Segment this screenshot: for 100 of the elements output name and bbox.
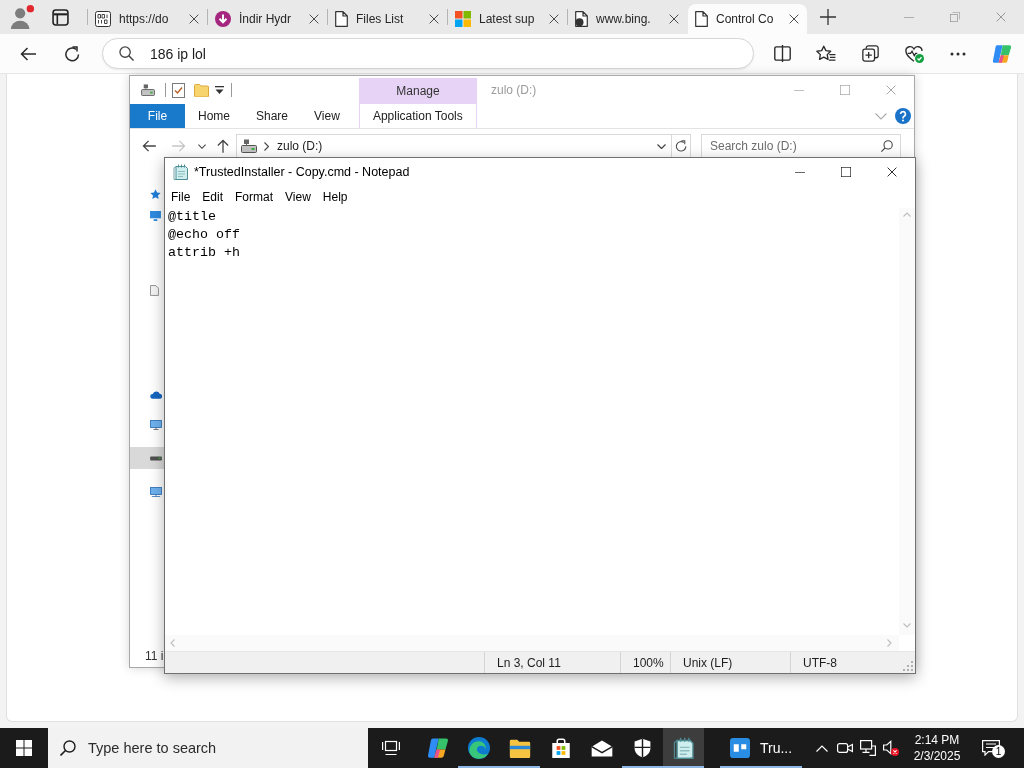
menu-item[interactable]: Format — [229, 186, 280, 208]
browser-tab[interactable]: Latest sup — [448, 4, 567, 34]
search-input[interactable]: Type here to search — [88, 740, 368, 756]
help-icon[interactable] — [895, 108, 911, 124]
close-icon[interactable] — [669, 14, 679, 24]
monitor-icon — [150, 420, 162, 430]
network-icon[interactable] — [859, 740, 876, 756]
properties-icon[interactable] — [172, 82, 185, 98]
maximize-icon[interactable] — [841, 167, 851, 177]
zoom-level: 100% — [633, 655, 664, 670]
ribbon-tab[interactable]: Home — [185, 104, 243, 128]
heart-check-icon[interactable] — [904, 44, 924, 63]
binary-file-icon — [95, 11, 111, 27]
notification-badge: 1 — [992, 745, 1005, 758]
drive-icon — [241, 139, 257, 153]
clock-date[interactable]: 2/3/2025 — [913, 748, 961, 764]
app-logo-icon — [426, 737, 449, 759]
close-icon[interactable] — [429, 14, 439, 24]
document-icon — [150, 284, 159, 296]
search-input[interactable]: Search zulo (D:) — [710, 139, 881, 153]
caret-icon[interactable] — [215, 86, 224, 94]
menu-item[interactable]: View — [279, 186, 317, 208]
contextual-tab-header: Manage — [359, 78, 477, 104]
search-icon — [60, 740, 76, 756]
search-icon — [881, 140, 893, 152]
cursor-position: Ln 3, Col 11 — [497, 655, 561, 670]
folder-icon — [508, 738, 531, 758]
new-tab-icon[interactable] — [820, 9, 836, 25]
drive-icon — [150, 455, 162, 461]
search-field[interactable]: Type here to search — [48, 728, 368, 768]
download-circle-icon — [215, 11, 231, 27]
back-icon[interactable] — [19, 46, 36, 61]
address-input[interactable]: 186 ip lol — [149, 45, 753, 62]
camera-icon[interactable] — [836, 742, 853, 754]
window-title: zulo (D:) — [491, 83, 537, 97]
window-title: *TrustedInstaller - Copy.cmd - Notepad — [194, 165, 410, 179]
cloud-icon — [150, 391, 162, 399]
chevron-up-icon[interactable] — [815, 744, 828, 752]
taskbar-button[interactable]: Tru... — [720, 728, 803, 768]
app-logo-icon[interactable] — [992, 43, 1012, 64]
app-window-icon — [730, 738, 750, 758]
envelope-icon — [590, 739, 613, 757]
collections-icon[interactable] — [861, 45, 879, 62]
shield-icon — [634, 738, 651, 758]
caret-down-icon[interactable] — [657, 143, 666, 149]
split-screen-icon[interactable] — [773, 45, 791, 62]
item-count: 11 i — [145, 649, 164, 663]
file-tab[interactable]: File — [130, 104, 185, 128]
refresh-icon — [675, 140, 687, 152]
up-arrow-icon[interactable] — [217, 139, 229, 153]
search-field[interactable]: Search zulo (D:) — [701, 134, 901, 158]
browser-tab[interactable]: www.bing. — [568, 4, 687, 34]
menu-item[interactable]: File — [165, 186, 197, 208]
back-icon[interactable] — [142, 140, 156, 152]
close-icon[interactable] — [887, 167, 897, 177]
notepad-icon — [672, 737, 695, 759]
page-icon — [695, 11, 708, 27]
minimize-icon[interactable] — [795, 171, 805, 173]
task-view-icon — [382, 740, 400, 756]
star-icon — [150, 188, 161, 200]
page-icon — [335, 11, 348, 27]
colored-squares-icon — [455, 11, 471, 27]
favorites-icon[interactable] — [816, 45, 836, 62]
clock-time[interactable]: 2:14 PM — [914, 732, 960, 748]
ribbon-tab[interactable]: Share — [243, 104, 302, 128]
network-icon — [150, 487, 162, 497]
encoding: UTF-8 — [803, 655, 837, 670]
nav-item[interactable] — [130, 447, 164, 469]
browser-tab[interactable]: İndir Hydr — [208, 4, 327, 34]
notification-icon[interactable] — [982, 740, 1000, 756]
ribbon-tab[interactable]: View — [301, 104, 353, 128]
line-ending: Unix (LF) — [683, 655, 733, 670]
tab-actions-icon[interactable] — [52, 8, 69, 26]
search-icon — [118, 46, 134, 61]
browser-tab[interactable]: Control Co — [688, 4, 807, 34]
windows-logo-icon — [16, 740, 32, 756]
close-icon[interactable] — [189, 14, 199, 24]
more-icon[interactable] — [950, 51, 966, 56]
close-icon[interactable] — [549, 14, 559, 24]
browser-tab[interactable]: Files List — [328, 4, 447, 34]
menu-item[interactable]: Edit — [196, 186, 230, 208]
desktop-icon — [150, 211, 161, 221]
taskbar-button[interactable] — [663, 728, 704, 768]
browser-icon — [467, 737, 490, 759]
resize-grip-icon[interactable] — [903, 661, 913, 671]
shopping-bag-icon — [550, 738, 571, 758]
close-icon[interactable] — [309, 14, 319, 24]
profile-avatar-icon[interactable] — [9, 4, 35, 30]
speaker-muted-icon[interactable] — [882, 740, 899, 756]
browser-tab[interactable]: https://do — [88, 4, 207, 34]
menu-item[interactable]: Help — [316, 186, 354, 208]
address-field[interactable]: 186 ip lol — [101, 38, 754, 69]
close-icon[interactable] — [789, 14, 799, 24]
caret-down-icon[interactable] — [198, 143, 206, 149]
chevron-right-icon — [264, 141, 269, 151]
ribbon-tab[interactable]: Application Tools — [358, 104, 477, 128]
drive-icon[interactable] — [141, 84, 155, 96]
refresh-icon[interactable] — [63, 45, 80, 62]
notepad-icon — [173, 164, 189, 180]
document-icon — [575, 11, 588, 27]
